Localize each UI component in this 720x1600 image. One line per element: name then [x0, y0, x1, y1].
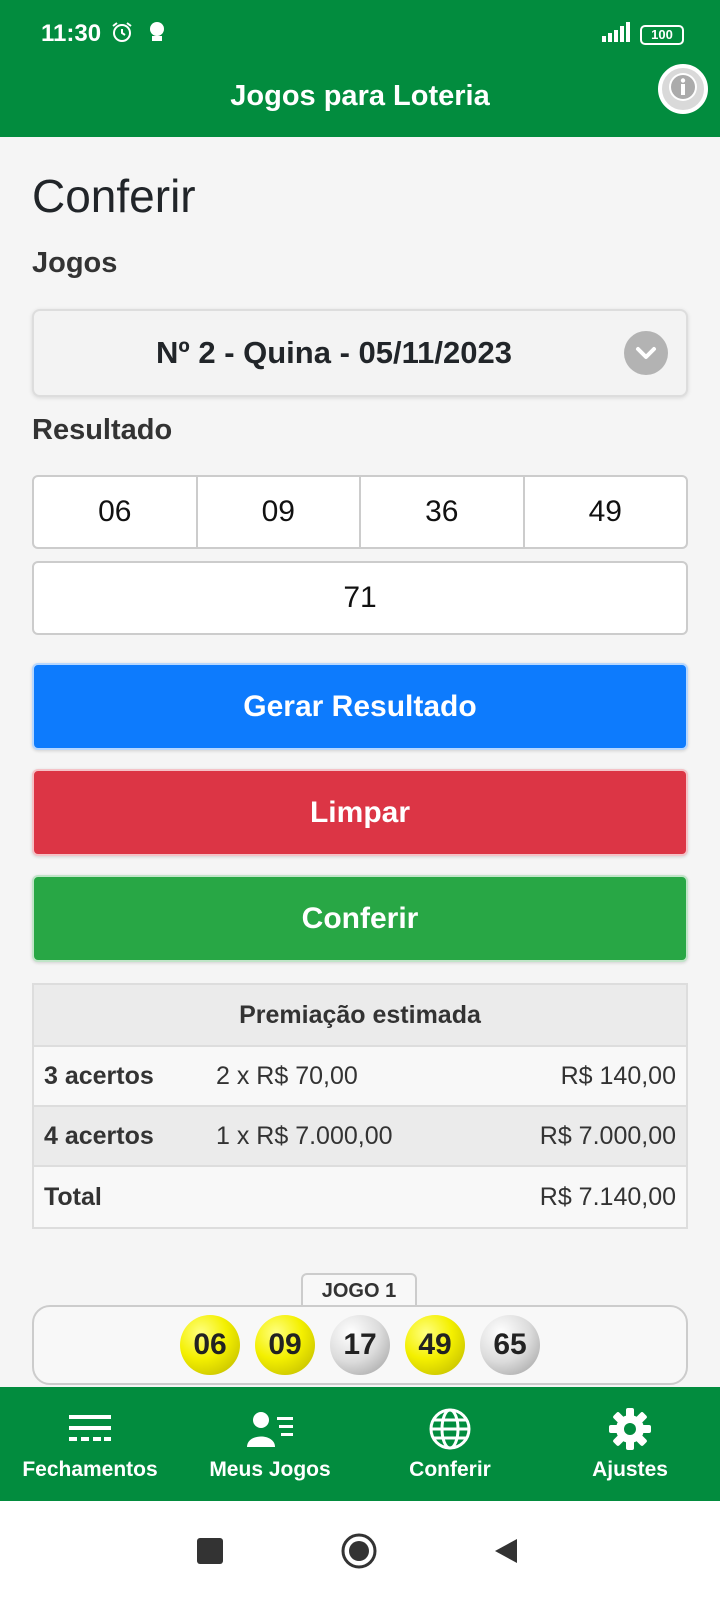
limpar-button[interactable]: Limpar — [32, 769, 688, 856]
nav-ajustes[interactable]: Ajustes — [540, 1387, 720, 1501]
result-number-input[interactable]: 09 — [198, 477, 361, 547]
content: Conferir Jogos Nº 2 - Quina - 05/11/2023… — [0, 137, 720, 1387]
info-button[interactable] — [658, 64, 708, 114]
gear-icon — [608, 1406, 652, 1452]
user-list-icon — [247, 1406, 293, 1452]
prize-calc: 1 x R$ 7.000,00 — [216, 1121, 393, 1150]
nav-conferir-label: Conferir — [409, 1458, 491, 1481]
number-ball: 49 — [405, 1315, 465, 1375]
globe-icon — [428, 1406, 472, 1452]
status-icons-left — [110, 20, 168, 49]
game-card[interactable]: 06 09 17 49 65 — [32, 1305, 688, 1385]
page-title: Conferir — [32, 170, 196, 222]
game-label: JOGO 1 — [301, 1273, 417, 1307]
number-ball: 65 — [480, 1315, 540, 1375]
fechamentos-icon — [69, 1406, 111, 1452]
prize-table-header: Premiação estimada — [34, 985, 686, 1047]
prize-value: R$ 7.000,00 — [539, 1121, 676, 1150]
prize-hits: 4 acertos — [44, 1121, 154, 1150]
prize-total-value: R$ 7.140,00 — [539, 1182, 676, 1211]
chevron-down-icon — [624, 331, 668, 375]
home-button[interactable] — [341, 1533, 377, 1569]
conferir-button[interactable]: Conferir — [32, 875, 688, 962]
result-number-row: 06 09 36 49 — [32, 475, 688, 549]
nav-meus-jogos[interactable]: Meus Jogos — [180, 1387, 360, 1501]
status-bar: 11:30 100 — [0, 0, 720, 70]
recents-button[interactable] — [197, 1538, 223, 1564]
prize-value: R$ 140,00 — [560, 1061, 676, 1090]
app-bar: Jogos para Loteria — [0, 64, 720, 137]
prize-total-row: Total R$ 7.140,00 — [34, 1167, 686, 1227]
number-ball: 17 — [330, 1315, 390, 1375]
bottom-nav: Fechamentos Meus Jogos Conferir Ajustes — [0, 1387, 720, 1501]
jogos-label: Jogos — [32, 247, 118, 279]
status-icons-right: 100 — [602, 22, 684, 47]
game-select[interactable]: Nº 2 - Quina - 05/11/2023 — [32, 309, 688, 397]
prize-row: 4 acertos 1 x R$ 7.000,00 R$ 7.000,00 — [34, 1107, 686, 1167]
back-button[interactable] — [493, 1537, 519, 1565]
status-time: 11:30 — [41, 20, 102, 47]
result-number-input[interactable]: 49 — [525, 477, 687, 547]
signal-icon — [602, 22, 630, 47]
nav-conferir[interactable]: Conferir — [360, 1387, 540, 1501]
number-ball: 06 — [180, 1315, 240, 1375]
nav-meus-jogos-label: Meus Jogos — [209, 1458, 331, 1481]
result-number-input[interactable]: 71 — [32, 561, 688, 635]
result-number-input[interactable]: 36 — [361, 477, 525, 547]
game-select-value: Nº 2 - Quina - 05/11/2023 — [156, 335, 512, 370]
number-ball: 09 — [255, 1315, 315, 1375]
prize-row: 3 acertos 2 x R$ 70,00 R$ 140,00 — [34, 1047, 686, 1107]
alarm-icon — [110, 20, 134, 49]
result-number-input[interactable]: 06 — [34, 477, 198, 547]
gerar-resultado-button[interactable]: Gerar Resultado — [32, 663, 688, 750]
battery-icon: 100 — [640, 24, 684, 45]
nav-ajustes-label: Ajustes — [592, 1458, 668, 1481]
notification-icon — [146, 20, 168, 49]
app-title: Jogos para Loteria — [230, 80, 490, 112]
prize-hits: 3 acertos — [44, 1061, 154, 1090]
prize-calc: 2 x R$ 70,00 — [216, 1061, 358, 1090]
prize-table: Premiação estimada 3 acertos 2 x R$ 70,0… — [32, 983, 688, 1229]
battery-level: 100 — [651, 26, 673, 42]
resultado-label: Resultado — [32, 414, 173, 446]
system-nav-bar — [0, 1501, 720, 1600]
info-icon — [667, 71, 699, 108]
nav-fechamentos[interactable]: Fechamentos — [0, 1387, 180, 1501]
nav-fechamentos-label: Fechamentos — [22, 1458, 158, 1481]
prize-total-label: Total — [44, 1182, 102, 1211]
